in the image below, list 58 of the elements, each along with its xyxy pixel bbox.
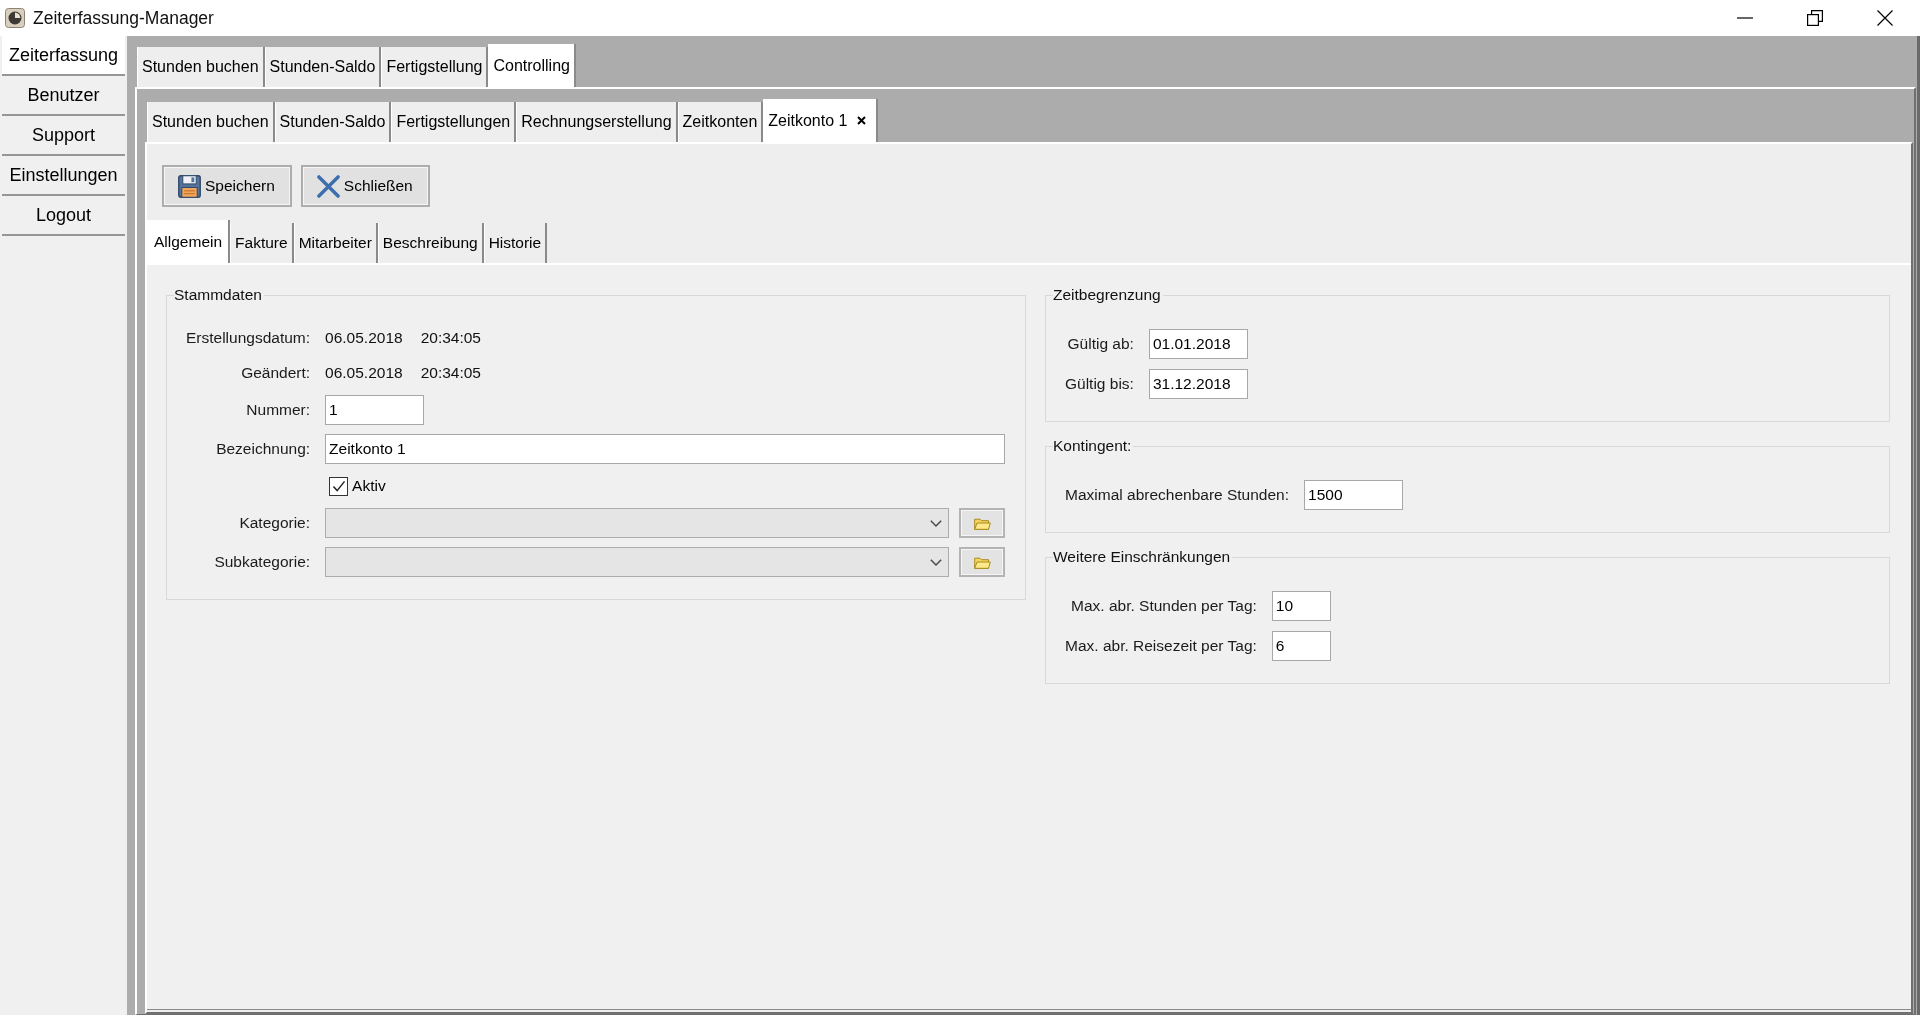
sidebar-item[interactable]: Zeiterfassung [2,36,125,76]
folder-button[interactable] [959,508,1005,538]
field-label: Kategorie: [238,514,311,532]
tab[interactable]: Stunden buchen [137,47,265,87]
tab[interactable]: Stunden-Saldo [264,47,382,87]
tab[interactable]: Allgemein [147,220,231,263]
tab[interactable]: Fakture [230,223,294,263]
tab[interactable]: Fertigstellung [381,47,489,87]
field-label: Max. abr. Stunden per Tag: [1070,597,1257,615]
folder-icon [973,516,991,530]
tab[interactable]: Beschreibung [377,223,484,263]
field-label: Bezeichnung: [215,440,311,458]
field-label: Maximal abrechenbare Stunden: [1065,486,1290,504]
restore-icon[interactable] [1807,10,1823,26]
check-icon [331,480,346,492]
checkbox[interactable] [329,476,349,496]
field-label: Subkategorie: [213,553,311,571]
group-title: Kontingent: [1053,437,1134,455]
close-icon [316,174,340,198]
input-field[interactable]: 31.12.2018 [1148,369,1248,399]
tab[interactable]: Historie [483,223,548,263]
field-label: Max. abr. Reisezeit per Tag: [1065,637,1257,655]
field-label: Geändert: [240,364,311,382]
chevron-down-icon [930,558,942,566]
input-field[interactable]: Zeitkonto 1 [325,434,1005,464]
folder-button[interactable] [959,547,1005,577]
close-icon[interactable] [857,116,867,125]
field-label: Gültig ab: [1066,335,1134,353]
close-button[interactable]: Schließen [300,165,430,207]
date-text: 06.05.2018 [325,364,403,382]
chevron-down-icon [930,519,942,527]
tab[interactable]: Zeitkonten [677,102,764,142]
window-title: Zeiterfassung-Manager [33,7,215,29]
input-field[interactable]: 10 [1271,591,1331,621]
input-field[interactable]: 1 [325,395,425,425]
save-button[interactable]: Speichern [162,165,292,207]
tab[interactable]: Zeitkonto 1 [763,99,879,142]
time-text: 20:34:05 [420,329,481,347]
input-field[interactable]: 01.01.2018 [1148,329,1248,359]
input-field[interactable]: 1500 [1304,480,1404,510]
input-field[interactable]: 6 [1271,631,1331,661]
tab[interactable]: Stunden-Saldo [274,102,392,142]
tab[interactable]: Fertigstellungen [391,102,517,142]
tab[interactable]: Controlling [488,44,576,87]
close-icon[interactable] [1877,10,1893,26]
tab[interactable]: Mitarbeiter [293,223,378,263]
tab[interactable]: Stunden buchen [147,102,275,142]
tab[interactable]: Rechnungserstellung [516,102,678,142]
field-label: Nummer: [245,401,311,419]
time-text: 20:34:05 [420,364,481,382]
folder-icon [973,555,991,569]
field-label: Gültig bis: [1065,375,1134,393]
checkbox-label: Aktiv [352,477,386,495]
clock-icon [5,8,25,28]
group-title: Zeitbegrenzung [1053,286,1163,304]
group-title: Weitere Einschränkungen [1053,548,1233,566]
field-label: Erstellungsdatum: [186,329,311,347]
date-text: 06.05.2018 [325,329,403,347]
